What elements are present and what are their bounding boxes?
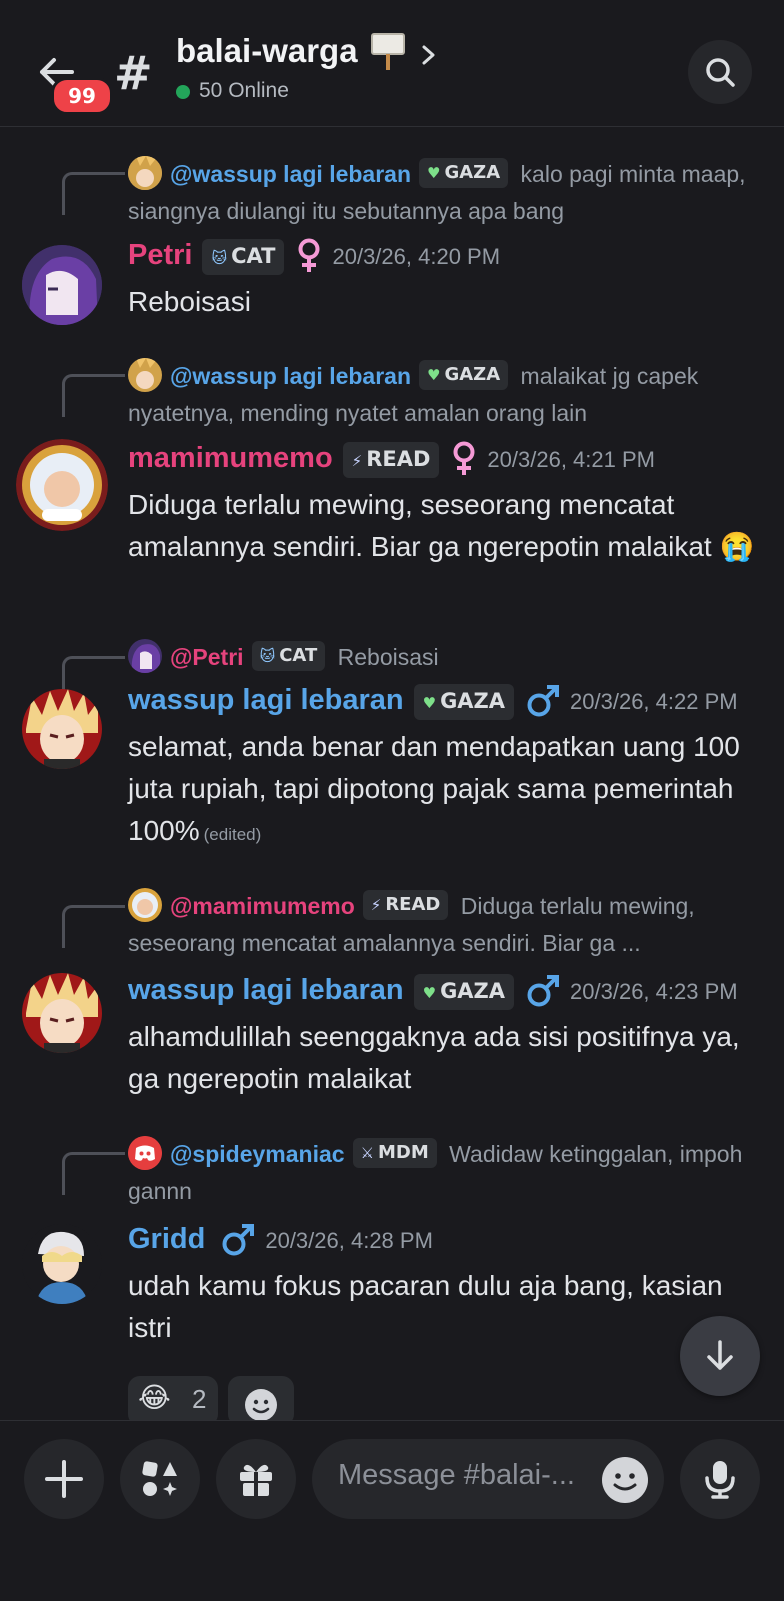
message-input[interactable]: Message #balai-...	[312, 1439, 664, 1519]
reply-avatar	[128, 638, 162, 673]
role-tag: ♥ GAZA	[413, 683, 515, 720]
heart-icon: ♥	[427, 365, 441, 384]
laughing-emoji-icon: 😂	[138, 1381, 171, 1414]
emoji-button[interactable]	[602, 1457, 648, 1503]
channel-hash-icon: #	[114, 46, 153, 100]
reply-preview[interactable]: @spideymaniac ⚔ MDM Wadidaw ketinggalan, i…	[128, 1135, 768, 1209]
chevron-right-icon[interactable]	[420, 44, 438, 66]
reply-avatar	[128, 887, 162, 922]
reply-avatar	[128, 155, 162, 190]
role-tag: 🐱 CAT	[251, 640, 326, 671]
message-text: Reboisasi	[128, 286, 251, 317]
male-icon	[527, 684, 560, 716]
heart-icon: ♥	[427, 163, 441, 182]
reaction-pill[interactable]: 😂 2	[128, 1376, 218, 1426]
avatar[interactable]	[22, 973, 102, 1053]
online-status-dot	[176, 85, 190, 99]
message-text: alhamdulillah seenggaknya ada sisi posit…	[128, 1021, 740, 1094]
author-name[interactable]: Petri	[128, 239, 192, 271]
author-name[interactable]: Gridd	[128, 1223, 205, 1255]
reply-avatar	[128, 357, 162, 392]
timestamp: 20/3/26, 4:21 PM	[487, 447, 655, 472]
reply-preview[interactable]: @mamimumemo ⚡ READ Diduga terlalu mewing, …	[128, 887, 768, 961]
channel-header: 99 # balai-warga 50 Online	[0, 0, 784, 127]
reply-preview[interactable]: @wassup lagi lebaran ♥ GAZA kalo pagi mint…	[128, 155, 768, 229]
lightning-icon: ⚡	[370, 895, 382, 914]
sword-icon: ⚔	[360, 1143, 375, 1162]
role-tag: ♥ GAZA	[419, 157, 509, 188]
message-text: Diduga terlalu mewing, seseorang mencata…	[128, 489, 755, 562]
role-tag: ⚡ READ	[362, 889, 449, 920]
smiley-icon	[245, 1389, 277, 1421]
jump-to-present-button[interactable]	[680, 1316, 760, 1396]
cat-icon: 🐱	[259, 646, 276, 665]
message-text: selamat, anda benar dan mendapatkan uang…	[128, 731, 740, 846]
author-name[interactable]: wassup lagi lebaran	[128, 974, 404, 1006]
unread-badge: 99	[51, 77, 113, 115]
avatar[interactable]	[16, 439, 108, 531]
author-name[interactable]: mamimumemo	[128, 442, 333, 474]
role-tag: ⚡ READ	[342, 441, 440, 478]
author-name[interactable]: wassup lagi lebaran	[128, 684, 404, 716]
heart-icon: ♥	[422, 693, 437, 712]
message-composer: Message #balai-...	[0, 1420, 784, 1601]
male-icon	[222, 1223, 255, 1255]
avatar[interactable]	[22, 689, 102, 769]
avatar[interactable]	[22, 1224, 102, 1304]
search-icon	[706, 58, 735, 87]
reply-avatar	[128, 1135, 162, 1170]
reply-preview[interactable]: @Petri 🐱 CAT Reboisasi	[128, 638, 768, 676]
smiley-icon	[613, 1473, 637, 1491]
message-text: udah kamu fokus pacaran dulu aja bang, k…	[128, 1270, 723, 1343]
message-input-placeholder: Message #balai-...	[338, 1459, 575, 1491]
add-attachment-button[interactable]	[24, 1439, 104, 1519]
reply-connector	[62, 1152, 125, 1195]
apps-icon	[142, 1461, 177, 1496]
avatar[interactable]	[22, 245, 102, 325]
signboard-emoji-icon	[371, 33, 405, 70]
female-icon	[298, 238, 320, 272]
channel-title[interactable]: balai-warga	[176, 32, 358, 70]
role-tag: ⚔ MDM	[352, 1137, 437, 1168]
reaction-count: 2	[192, 1384, 207, 1414]
plus-icon	[45, 1460, 83, 1498]
female-icon	[453, 441, 475, 475]
timestamp: 20/3/26, 4:28 PM	[265, 1228, 433, 1253]
reply-connector	[62, 172, 125, 215]
reply-connector	[62, 374, 125, 417]
add-reaction-button[interactable]	[228, 1376, 294, 1426]
reply-preview[interactable]: @wassup lagi lebaran ♥ GAZA malaikat jg ca…	[128, 357, 768, 431]
heart-icon: ♥	[422, 983, 437, 1002]
arrow-down-icon	[707, 1340, 733, 1370]
apps-button[interactable]	[120, 1439, 200, 1519]
role-tag: 🐱 CAT	[202, 238, 285, 275]
cat-icon: 🐱	[211, 248, 228, 267]
role-tag: ♥ GAZA	[413, 973, 515, 1010]
gift-button[interactable]	[216, 1439, 296, 1519]
online-count: 50 Online	[199, 79, 289, 102]
reply-connector	[62, 905, 125, 948]
timestamp: 20/3/26, 4:22 PM	[570, 689, 738, 714]
lightning-icon: ⚡	[351, 451, 363, 470]
timestamp: 20/3/26, 4:23 PM	[570, 979, 738, 1004]
timestamp: 20/3/26, 4:20 PM	[332, 244, 501, 269]
message-feed[interactable]: @wassup lagi lebaran ♥ GAZA kalo pagi mint…	[0, 127, 784, 1419]
voice-message-button[interactable]	[680, 1439, 760, 1519]
search-button[interactable]	[688, 40, 752, 104]
microphone-icon	[705, 1461, 735, 1499]
discord-icon	[128, 1135, 162, 1170]
role-tag: ♥ GAZA	[419, 359, 509, 390]
edited-label: (edited)	[203, 825, 262, 844]
gift-icon	[240, 1464, 272, 1496]
male-icon	[527, 974, 560, 1006]
